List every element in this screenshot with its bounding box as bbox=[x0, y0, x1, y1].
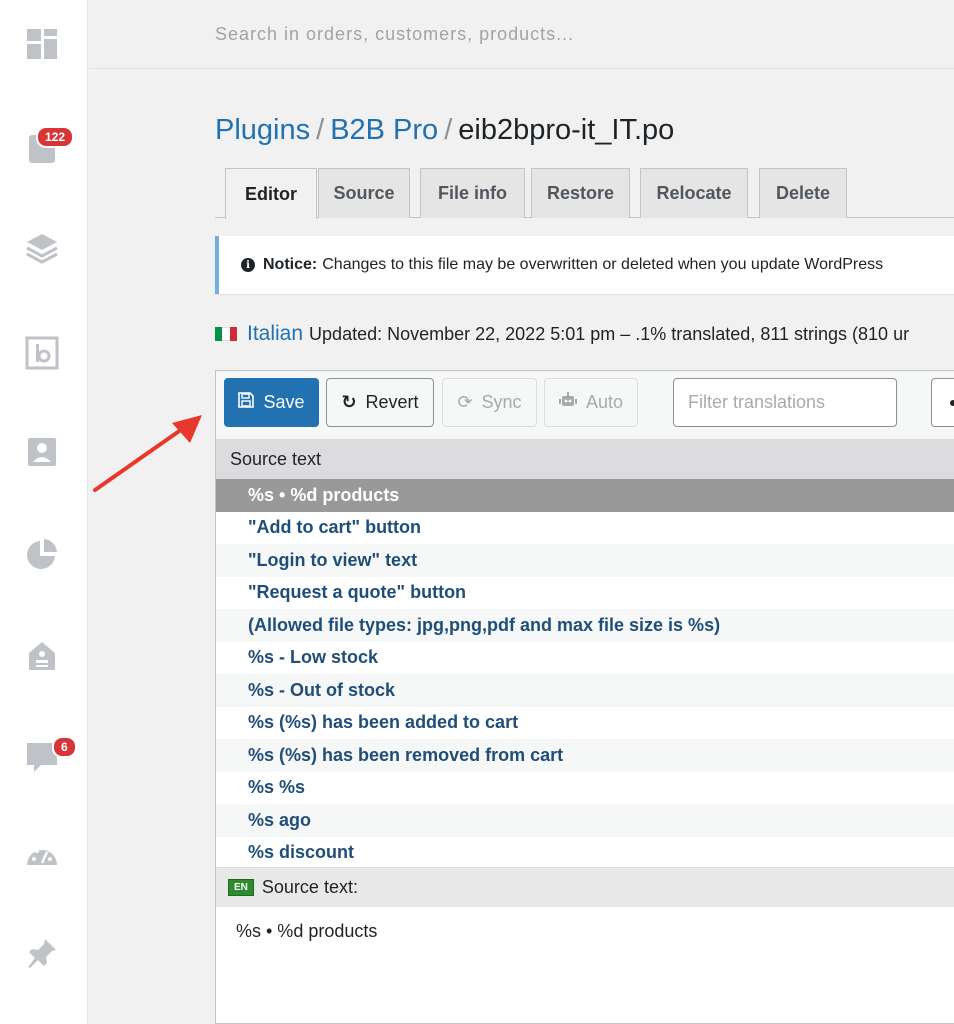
auto-translate-button[interactable]: Auto bbox=[544, 378, 638, 427]
reports-icon[interactable] bbox=[24, 536, 60, 572]
list-item[interactable]: (Allowed file types: jpg,png,pdf and max… bbox=[216, 609, 954, 642]
list-item[interactable]: %s (%s) has been added to cart bbox=[216, 706, 954, 739]
list-item[interactable]: "Login to view" text bbox=[216, 544, 954, 577]
sync-button[interactable]: ⟳ Sync bbox=[442, 378, 537, 427]
tab-delete[interactable]: Delete bbox=[759, 168, 847, 218]
notice-text: Changes to this file may be overwritten … bbox=[322, 256, 884, 273]
list-item[interactable]: "Add to cart" button bbox=[216, 511, 954, 544]
breadcrumb-separator: / bbox=[444, 114, 453, 146]
global-search-input[interactable] bbox=[215, 20, 815, 48]
sidebar: 122 6 bbox=[0, 0, 88, 1024]
annotation-arrow-icon bbox=[93, 415, 202, 492]
tab-relocate[interactable]: Relocate bbox=[640, 168, 748, 218]
revert-button[interactable]: ↻ Revert bbox=[326, 378, 434, 427]
save-label: Save bbox=[263, 392, 305, 412]
save-button[interactable]: Save bbox=[224, 378, 319, 427]
orders-badge: 122 bbox=[36, 126, 75, 148]
revert-label: Revert bbox=[365, 392, 419, 412]
store-icon[interactable] bbox=[24, 638, 60, 674]
locale-stats: Updated: November 22, 2022 5:01 pm – .1%… bbox=[309, 323, 910, 344]
pin-icon[interactable] bbox=[24, 935, 60, 971]
tab-file-info[interactable]: File info bbox=[420, 168, 525, 218]
messages-badge: 6 bbox=[52, 736, 77, 758]
translation-editor: Save ↻ Revert ⟳ Sync Auto Source text %s… bbox=[215, 370, 954, 1024]
more-options-button[interactable] bbox=[931, 378, 954, 427]
list-item[interactable]: %s discount bbox=[216, 836, 954, 859]
list-item[interactable]: %s - Low stock bbox=[216, 641, 954, 674]
source-text-panel-header: EN Source text: bbox=[216, 867, 954, 907]
list-item[interactable]: %s ago bbox=[216, 804, 954, 837]
floppy-disk-icon bbox=[238, 392, 255, 413]
auto-label: Auto bbox=[585, 392, 624, 412]
top-bar bbox=[89, 0, 954, 69]
italy-flag-icon bbox=[215, 327, 237, 341]
file-tabs: Editor Source File info Restore Relocate… bbox=[215, 168, 954, 219]
tab-editor[interactable]: Editor bbox=[225, 168, 317, 219]
breadcrumb-plugin-link[interactable]: B2B Pro bbox=[330, 114, 438, 146]
info-icon: i bbox=[241, 258, 255, 272]
dashboard-icon[interactable] bbox=[24, 26, 60, 62]
contacts-icon[interactable] bbox=[24, 434, 60, 470]
source-text-column-header: Source text bbox=[216, 439, 954, 479]
page-title: eib2bpro-it_IT.po bbox=[458, 114, 675, 146]
b2b-icon[interactable] bbox=[24, 335, 60, 371]
breadcrumb: Plugins / B2B Pro / eib2bpro-it_IT.po bbox=[215, 114, 674, 147]
strings-list[interactable]: %s • %d products "Add to cart" button "L… bbox=[216, 479, 954, 859]
update-notice: i Notice: Changes to this file may be ov… bbox=[215, 236, 954, 294]
list-item[interactable]: "Request a quote" button bbox=[216, 576, 954, 609]
tab-restore[interactable]: Restore bbox=[531, 168, 630, 218]
robot-icon bbox=[558, 392, 577, 413]
locale-info: Italian Updated: November 22, 2022 5:01 … bbox=[215, 322, 909, 346]
english-language-tag: EN bbox=[228, 879, 254, 896]
source-text-value: %s • %d products bbox=[236, 921, 378, 941]
revert-icon: ↻ bbox=[341, 392, 357, 412]
list-item[interactable]: %s (%s) has been removed from cart bbox=[216, 739, 954, 772]
filter-translations-input[interactable] bbox=[673, 378, 897, 427]
sync-label: Sync bbox=[481, 392, 522, 412]
list-item[interactable]: %s %s bbox=[216, 771, 954, 804]
breadcrumb-separator: / bbox=[316, 114, 325, 146]
list-item[interactable]: %s - Out of stock bbox=[216, 674, 954, 707]
locale-language-link[interactable]: Italian bbox=[247, 322, 303, 346]
breadcrumb-plugins-link[interactable]: Plugins bbox=[215, 114, 310, 146]
tab-source[interactable]: Source bbox=[318, 168, 410, 218]
editor-toolbar: Save ↻ Revert ⟳ Sync Auto bbox=[216, 371, 954, 439]
list-item[interactable]: %s • %d products bbox=[216, 479, 954, 512]
sync-icon: ⟳ bbox=[457, 392, 473, 412]
source-text-label: Source text: bbox=[261, 877, 358, 897]
notice-label: Notice: bbox=[263, 256, 318, 273]
layers-icon[interactable] bbox=[24, 230, 60, 266]
speedometer-icon[interactable] bbox=[24, 838, 60, 874]
